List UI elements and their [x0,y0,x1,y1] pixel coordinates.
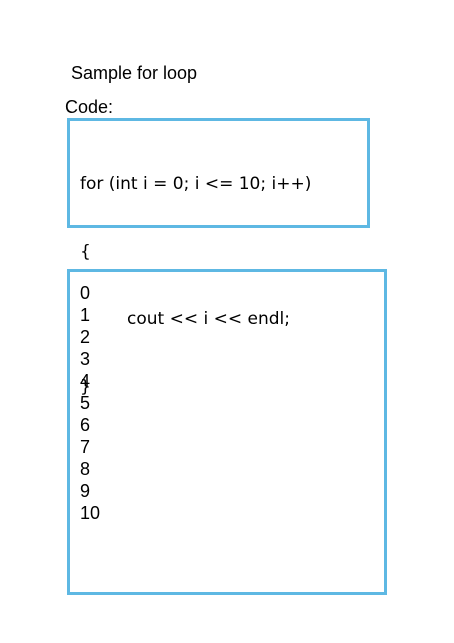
output-list: 0 1 2 3 4 5 6 7 8 9 10 [80,282,100,524]
output-line: 9 [80,481,91,501]
output-line: 6 [80,415,91,435]
output-line: 5 [80,393,91,413]
output-line: 3 [80,349,91,369]
page-title: Sample for loop [71,63,198,83]
output-line: 8 [80,459,91,479]
code-line-open-brace: { [80,241,91,262]
output-line: 10 [80,503,101,523]
output-line: 4 [80,371,91,391]
output-line: 1 [80,305,91,325]
code-label: Code: [65,97,114,117]
output-line: 0 [80,283,91,303]
output-box: 0 1 2 3 4 5 6 7 8 9 10 [67,269,387,595]
code-box: for (int i = 0; i <= 10; i++) { cout << … [67,118,370,397]
output-line: 7 [80,437,91,457]
output-line: 2 [80,327,91,347]
code-line-for: for (int i = 0; i <= 10; i++) [80,174,312,194]
